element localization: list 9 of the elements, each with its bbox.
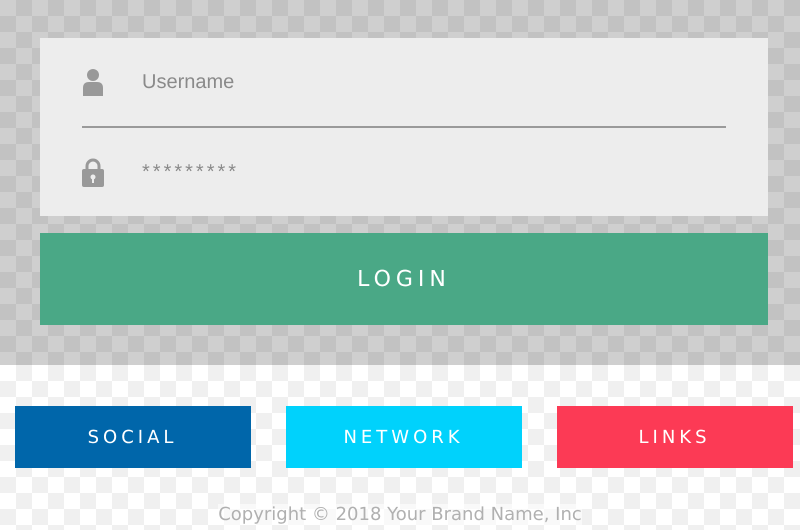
login-button[interactable]: LOGIN <box>40 233 768 325</box>
link-button[interactable]: NETWORK <box>286 406 522 468</box>
username-field[interactable]: Username <box>142 70 542 94</box>
link-button[interactable]: SOCIAL <box>14 406 250 468</box>
password-field[interactable]: ********* <box>142 160 542 184</box>
user-icon <box>82 67 104 97</box>
copyright-text: Copyright © 2018 Your Brand Name, Inc <box>218 504 582 525</box>
lock-icon <box>82 157 104 187</box>
link-button[interactable]: LINKS <box>556 406 792 468</box>
